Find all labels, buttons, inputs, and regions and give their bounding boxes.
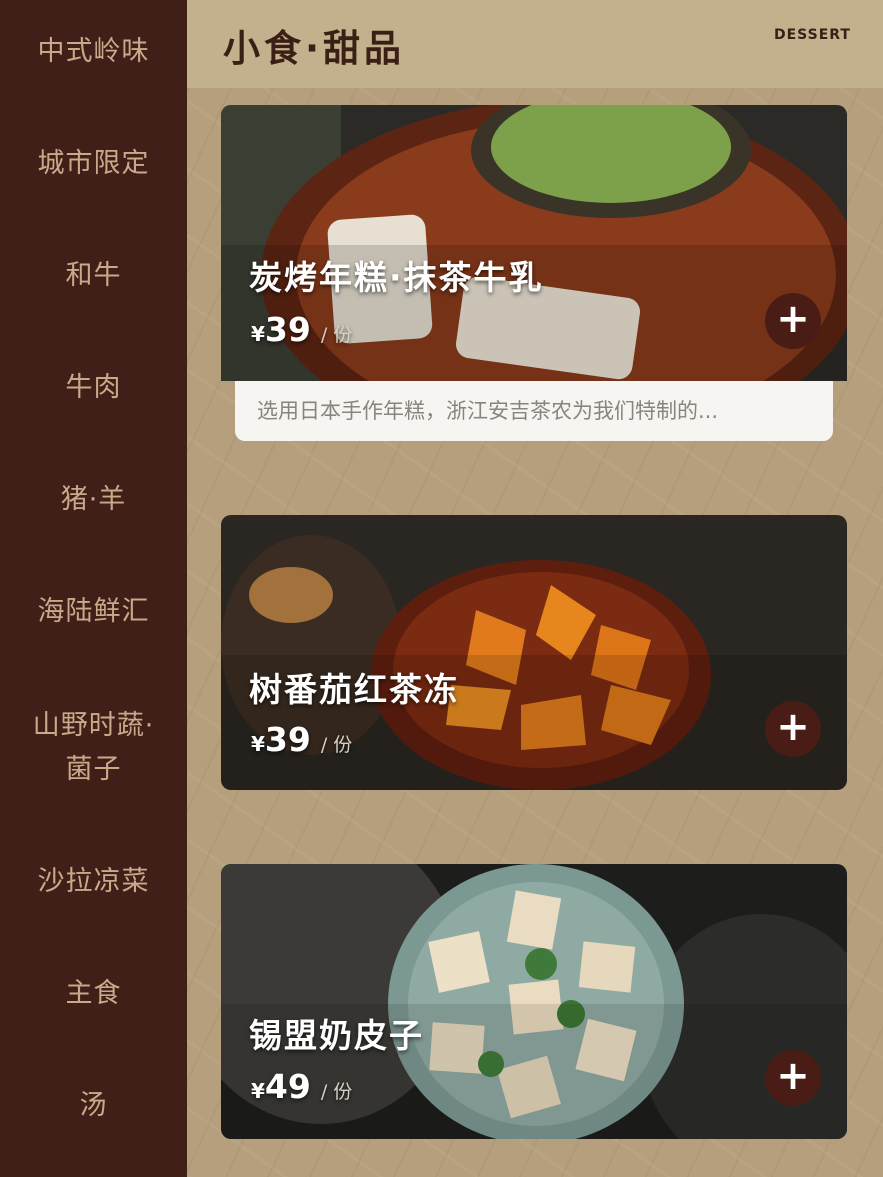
- sidebar-item-label-line2: 菌子: [65, 754, 122, 785]
- dish-price: ¥39 / 份: [251, 310, 352, 349]
- dish-name: 锡盟奶皮子: [249, 1016, 424, 1055]
- add-to-cart-button[interactable]: +: [765, 293, 821, 349]
- section-subtitle: DESSERT: [774, 27, 851, 43]
- dish-description: 选用日本手作年糕，浙江安吉茶农为我们特制的...: [235, 381, 833, 441]
- price-value: 39: [264, 720, 311, 759]
- sidebar-item-vegetables-mushrooms[interactable]: 山野时蔬· 菌子: [0, 704, 187, 792]
- section-title: 小食·甜品: [223, 27, 406, 70]
- plus-icon: +: [776, 704, 810, 750]
- add-to-cart-button[interactable]: +: [765, 701, 821, 757]
- sidebar-item-city-limited[interactable]: 城市限定: [0, 142, 187, 186]
- plus-icon: +: [776, 1053, 810, 1099]
- add-to-cart-button[interactable]: +: [765, 1050, 821, 1106]
- sidebar-item-soup[interactable]: 汤: [0, 1084, 187, 1128]
- sidebar-item-chinese-lingnan[interactable]: 中式岭味: [0, 30, 187, 74]
- dish-name: 树番茄红茶冻: [249, 670, 459, 709]
- dish-card[interactable]: 锡盟奶皮子 ¥49 / 份 +: [221, 864, 847, 1139]
- price-currency: ¥: [251, 732, 265, 756]
- price-unit: / 份: [320, 324, 353, 346]
- sidebar-item-seafood[interactable]: 海陆鲜汇: [0, 590, 187, 634]
- sidebar-item-label: 山野时蔬·: [32, 710, 155, 741]
- sidebar-item-staples[interactable]: 主食: [0, 972, 187, 1016]
- sidebar-item-wagyu[interactable]: 和牛: [0, 254, 187, 298]
- dish-name: 炭烤年糕·抹茶牛乳: [249, 258, 544, 297]
- section-header: 小食·甜品 DESSERT: [187, 0, 883, 88]
- price-currency: ¥: [251, 322, 265, 346]
- dish-price: ¥39 / 份: [251, 720, 352, 759]
- category-sidebar: 中式岭味 城市限定 和牛 牛肉 猪·羊 海陆鲜汇 山野时蔬· 菌子 沙拉凉菜 主…: [0, 0, 187, 1177]
- sidebar-item-beef[interactable]: 牛肉: [0, 366, 187, 410]
- price-unit: / 份: [320, 1081, 353, 1103]
- menu-content: 小食·甜品 DESSERT 炭烤年糕·抹茶牛乳 ¥39 / 份 + 选用日本手作年…: [187, 0, 883, 1177]
- sidebar-item-salads[interactable]: 沙拉凉菜: [0, 860, 187, 904]
- price-unit: / 份: [320, 734, 353, 756]
- plus-icon: +: [776, 296, 810, 342]
- sidebar-item-pork-lamb[interactable]: 猪·羊: [0, 478, 187, 522]
- price-value: 39: [264, 310, 311, 349]
- price-currency: ¥: [251, 1079, 265, 1103]
- dish-price: ¥49 / 份: [251, 1067, 352, 1106]
- dish-card[interactable]: 树番茄红茶冻 ¥39 / 份 +: [221, 515, 847, 790]
- price-value: 49: [264, 1067, 311, 1106]
- dish-card[interactable]: 炭烤年糕·抹茶牛乳 ¥39 / 份 +: [221, 105, 847, 381]
